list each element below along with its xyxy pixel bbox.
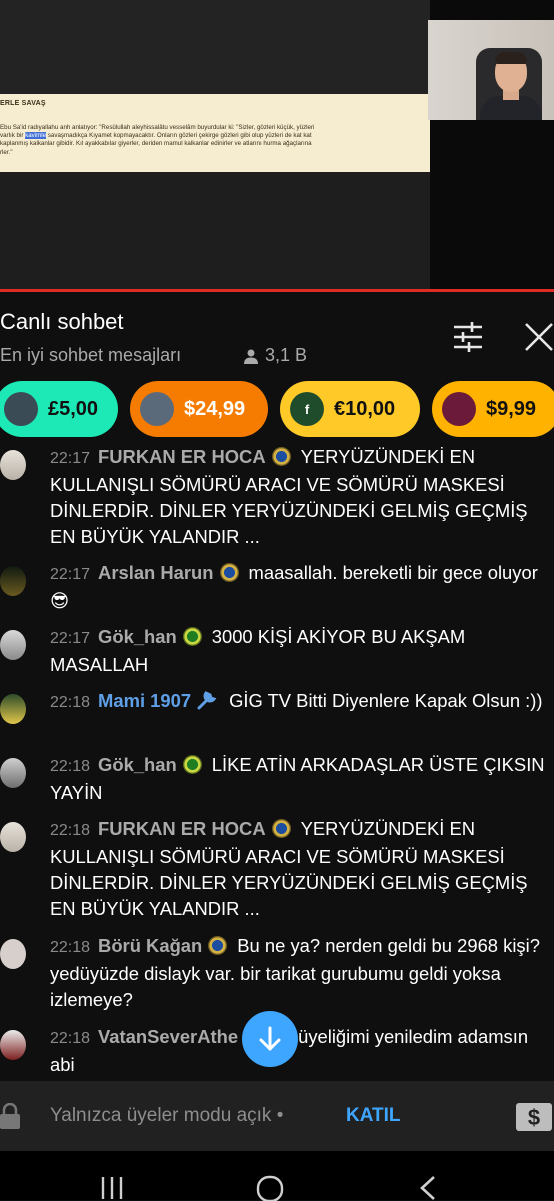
- chat-message-list[interactable]: 22:17 FURKAN ER HOCA YERYÜZÜNDEKİ EN KULLA…: [0, 440, 554, 1080]
- back-icon[interactable]: [418, 1175, 438, 1201]
- avatar: f: [290, 392, 324, 426]
- message-author[interactable]: Arslan Harun: [98, 562, 213, 583]
- avatar: [0, 694, 26, 724]
- avatar: [140, 392, 174, 426]
- message-author[interactable]: FURKAN ER HOCA: [98, 446, 266, 467]
- recent-apps-icon[interactable]: [100, 1175, 124, 1199]
- member-badge-icon: [208, 936, 228, 955]
- avatar: [442, 392, 476, 426]
- avatar: [0, 1030, 26, 1060]
- avatar: [0, 758, 26, 788]
- message-author[interactable]: Gök_han: [98, 626, 177, 647]
- close-icon: [525, 323, 553, 351]
- scroll-to-bottom-button[interactable]: [242, 1011, 298, 1067]
- super-chat-ticker: £5,00 $24,99 f €10,00 $9,99: [0, 381, 554, 437]
- document-page: ERLE SAVAŞ Ebu Sa'id radıyallahu anh anl…: [0, 94, 430, 172]
- home-icon[interactable]: [256, 1175, 284, 1201]
- avatar: [0, 630, 26, 660]
- shared-screen: ERLE SAVAŞ Ebu Sa'id radıyallahu anh anl…: [0, 0, 430, 290]
- lock-icon: [0, 1103, 20, 1129]
- system-navigation-bar: [0, 1151, 554, 1201]
- video-progress-bar[interactable]: [0, 289, 554, 292]
- arrow-down-icon: [259, 1026, 281, 1051]
- message-author[interactable]: VatanSeverAthe: [98, 1026, 238, 1047]
- message-author[interactable]: Börü Kağan: [98, 935, 202, 956]
- member-badge-icon: [271, 447, 291, 466]
- member-badge-icon: [182, 627, 202, 646]
- avatar: [0, 450, 26, 480]
- chat-title: Canlı sohbet: [0, 309, 124, 334]
- join-button[interactable]: KATIL: [346, 1105, 401, 1127]
- highlighted-word: kavimle: [25, 132, 47, 140]
- super-chat-chip[interactable]: $24,99: [130, 381, 268, 437]
- super-chat-chip[interactable]: f €10,00: [280, 381, 420, 437]
- message-text: GİG TV Bitti Diyenlere Kapak Olsun :)): [229, 690, 543, 711]
- video-player[interactable]: ERLE SAVAŞ Ebu Sa'id radıyallahu anh anl…: [0, 0, 554, 290]
- tune-icon: [454, 322, 482, 352]
- member-badge-icon: [182, 755, 202, 774]
- super-chat-dollar-icon[interactable]: $: [516, 1103, 552, 1131]
- message-author[interactable]: Mami 1907: [98, 690, 191, 711]
- moderator-wrench-icon: [197, 691, 217, 710]
- avatar: [4, 392, 38, 426]
- avatar: [0, 939, 26, 969]
- document-text: Ebu Sa'id radıyallahu anh anlatıyor: "Re…: [0, 124, 315, 156]
- svg-text:$: $: [528, 1105, 540, 1130]
- webcam-overlay: [428, 20, 554, 120]
- members-only-notice: Yalnızca üyeler modu açık •: [50, 1105, 284, 1126]
- member-badge-icon: [219, 563, 239, 582]
- message-author[interactable]: Gök_han: [98, 754, 177, 775]
- avatar: [0, 822, 26, 852]
- document-heading: ERLE SAVAŞ: [0, 100, 46, 107]
- super-chat-chip[interactable]: £5,00: [0, 381, 118, 437]
- avatar: [0, 566, 26, 596]
- viewer-count: 3,1 B: [243, 345, 307, 366]
- filter-button[interactable]: [452, 322, 484, 352]
- person-icon: [244, 349, 258, 364]
- close-chat-button[interactable]: [522, 320, 554, 354]
- chat-mode-selector[interactable]: En iyi sohbet mesajları: [0, 345, 181, 366]
- member-badge-icon: [271, 819, 291, 838]
- chat-input-bar: Yalnızca üyeler modu açık • KATIL $: [0, 1081, 554, 1151]
- super-chat-chip[interactable]: $9,99: [432, 381, 554, 437]
- message-author[interactable]: FURKAN ER HOCA: [98, 818, 266, 839]
